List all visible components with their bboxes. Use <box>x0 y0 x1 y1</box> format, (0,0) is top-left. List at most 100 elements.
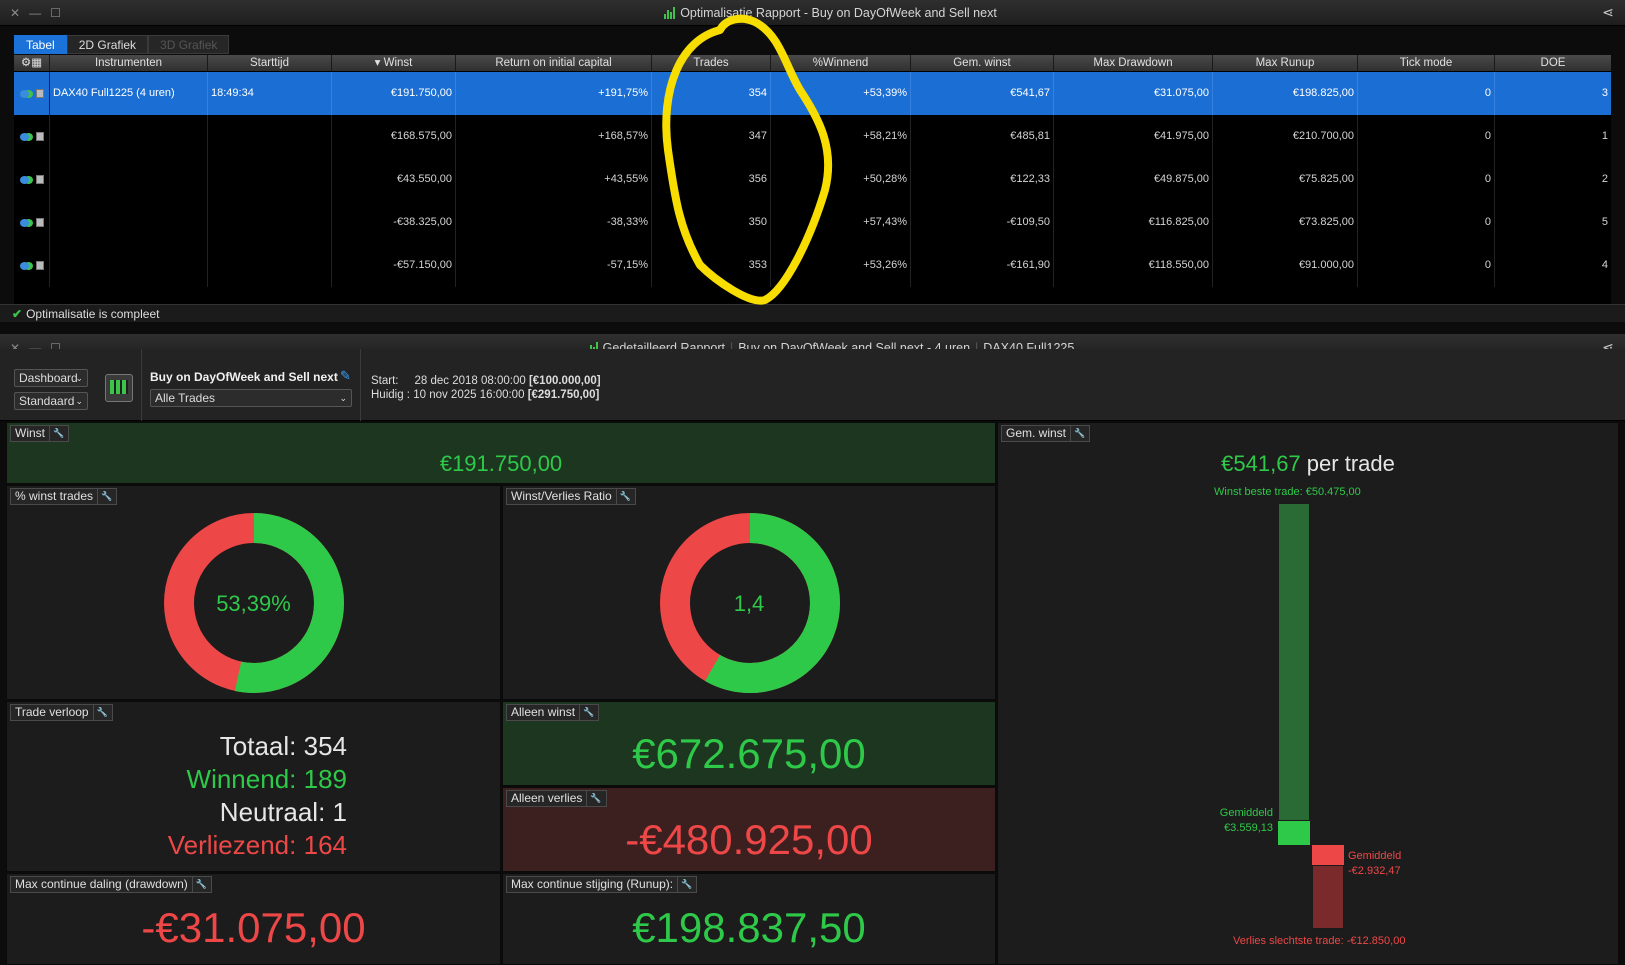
standard-select[interactable]: Standaard ⌄ <box>14 392 88 410</box>
panel-label-text: Winst <box>15 426 45 440</box>
cell-starttijd <box>208 115 332 158</box>
panel-label-text: Gem. winst <box>1006 426 1067 440</box>
panel-label[interactable]: % winst trades 🔧 <box>10 488 118 505</box>
link-icon[interactable] <box>19 132 29 141</box>
header-gem-winst[interactable]: Gem. winst <box>911 55 1054 71</box>
header-tick-mode[interactable]: Tick mode <box>1358 55 1495 71</box>
chevron-down-icon: ⌄ <box>75 396 83 406</box>
cell-tick-mode: 0 <box>1358 244 1495 287</box>
row-action-icons[interactable] <box>14 201 50 244</box>
trades-filter-select[interactable]: Alle Trades ⌄ <box>150 389 352 407</box>
runup-value: €198.837,50 <box>632 904 866 951</box>
worst-trade-label: Verlies slechtste trade: -€12.850,00 <box>1233 935 1406 947</box>
link-icon[interactable] <box>19 261 29 270</box>
cell-winst: -€38.325,00 <box>332 201 456 244</box>
panel-label[interactable]: Winst 🔧 <box>10 425 70 442</box>
link-icon[interactable] <box>19 175 29 184</box>
tab-3d-grafiek[interactable]: 3D Grafiek <box>148 35 230 54</box>
cell-winst: €191.750,00 <box>332 72 456 115</box>
panel-trade-verloop: Trade verloop 🔧 Totaal: 354 Winnend: 189 … <box>6 701 501 872</box>
cell-max-drawdown: €116.825,00 <box>1054 201 1213 244</box>
wrench-icon[interactable]: 🔧 <box>49 426 64 441</box>
alleen-winst-value: €672.675,00 <box>632 730 866 777</box>
link-icon[interactable] <box>19 89 29 98</box>
wrench-icon[interactable]: 🔧 <box>615 489 631 504</box>
panel-label[interactable]: Trade verloop 🔧 <box>10 704 113 721</box>
cell-winst: €43.550,00 <box>332 158 456 201</box>
strategy-editor-icon[interactable] <box>105 374 133 402</box>
edit-icon[interactable]: ✎ <box>340 368 351 384</box>
current-label: Huidig : <box>371 389 410 401</box>
totaal-line: Totaal: 354 <box>7 730 347 763</box>
cell-tick-mode: 0 <box>1358 115 1495 158</box>
cell-gem-winst: €485,81 <box>911 115 1054 158</box>
panel-pct-win: % winst trades 🔧 53,39% <box>6 485 501 700</box>
header-max-runup[interactable]: Max Runup <box>1213 55 1358 71</box>
wrench-icon[interactable]: 🔧 <box>97 489 112 504</box>
winnend-line: Winnend: 189 <box>7 763 347 796</box>
cell-max-runup: €73.825,00 <box>1213 201 1358 244</box>
header-winst[interactable]: ▾ Winst <box>332 55 456 71</box>
header-starttijd[interactable]: Starttijd <box>208 55 332 71</box>
share-icon[interactable]: ⋖ <box>1591 4 1625 21</box>
tab-2d-grafiek[interactable]: 2D Grafiek <box>66 35 149 54</box>
cell-return: -57,15% <box>456 244 652 287</box>
panel-label[interactable]: Gem. winst 🔧 <box>1001 425 1091 442</box>
strategy-name: Buy on DayOfWeek and Sell next <box>150 370 338 384</box>
save-icon[interactable] <box>35 89 44 98</box>
save-icon[interactable] <box>35 218 44 227</box>
wrench-icon[interactable]: 🔧 <box>579 705 594 720</box>
row-action-icons[interactable] <box>14 72 50 115</box>
panel-label[interactable]: Winst/Verlies Ratio 🔧 <box>506 488 636 505</box>
close-icon[interactable]: ✕ <box>10 6 20 20</box>
cell-max-runup: €198.825,00 <box>1213 72 1358 115</box>
ratio-value: 1,4 <box>733 591 765 616</box>
avg-win-label-block: Gemiddeld €3.559,13 <box>1198 806 1273 836</box>
wrench-icon[interactable]: 🔧 <box>191 877 207 892</box>
minimize-icon[interactable]: — <box>29 6 41 20</box>
header-doe[interactable]: DOE <box>1495 55 1611 71</box>
panel-label[interactable]: Max continue stijging (Runup): 🔧 <box>506 876 698 893</box>
row-action-icons[interactable] <box>14 115 50 158</box>
dashboard-select[interactable]: Dashboard ⌄ <box>14 369 88 387</box>
panel-label-text: Max continue stijging (Runup): <box>511 877 674 891</box>
save-icon[interactable] <box>35 132 44 141</box>
cell-doe: 3 <box>1601 87 1608 99</box>
header-return[interactable]: Return on initial capital <box>456 55 652 71</box>
panel-label[interactable]: Alleen verlies 🔧 <box>506 790 607 807</box>
cell-return: +168,57% <box>456 115 652 158</box>
trade-counts: Totaal: 354 Winnend: 189 Neutraal: 1 Ver… <box>7 730 347 862</box>
divider <box>141 349 142 421</box>
wrench-icon[interactable]: 🔧 <box>92 705 108 720</box>
tab-tabel[interactable]: Tabel <box>14 35 67 54</box>
panel-label[interactable]: Max continue daling (drawdown) 🔧 <box>10 876 212 893</box>
maximize-icon[interactable]: ☐ <box>50 6 61 20</box>
save-icon[interactable] <box>35 175 44 184</box>
link-icon[interactable] <box>19 218 29 227</box>
start-label: Start: <box>371 375 399 387</box>
header-icons[interactable]: ⚙▦ <box>14 55 50 71</box>
avg-win-label: Gemiddeld <box>1219 807 1273 819</box>
header-max-drawdown[interactable]: Max Drawdown <box>1054 55 1213 71</box>
wrench-icon[interactable]: 🔧 <box>1070 426 1085 441</box>
wrench-icon[interactable]: 🔧 <box>586 791 602 806</box>
start-date: 28 dec 2018 08:00:00 <box>414 375 526 387</box>
row-action-icons[interactable] <box>14 244 50 287</box>
cell-doe: 5 <box>1601 216 1608 228</box>
save-icon[interactable] <box>35 261 44 270</box>
wrench-icon[interactable]: 🔧 <box>677 877 692 892</box>
avg-loss-bar <box>1312 845 1344 865</box>
pct-win-value: 53,39% <box>216 591 291 616</box>
row-action-icons[interactable] <box>14 158 50 201</box>
cell-return: +43,55% <box>456 158 652 201</box>
sort-desc-icon: ▾ <box>374 57 384 69</box>
cell-max-runup: €91.000,00 <box>1213 244 1358 287</box>
cell-gem-winst: -€161,90 <box>911 244 1054 287</box>
panel-label-text: Max continue daling (drawdown) <box>15 877 188 891</box>
header-instrumenten[interactable]: Instrumenten <box>50 55 208 71</box>
panel-label[interactable]: Alleen winst 🔧 <box>506 704 600 721</box>
cell-starttijd <box>208 158 332 201</box>
start-info: Start: 28 dec 2018 08:00:00 [€100.000,00… <box>371 375 601 387</box>
cell-starttijd <box>208 201 332 244</box>
cell-return: +191,75% <box>456 72 652 115</box>
